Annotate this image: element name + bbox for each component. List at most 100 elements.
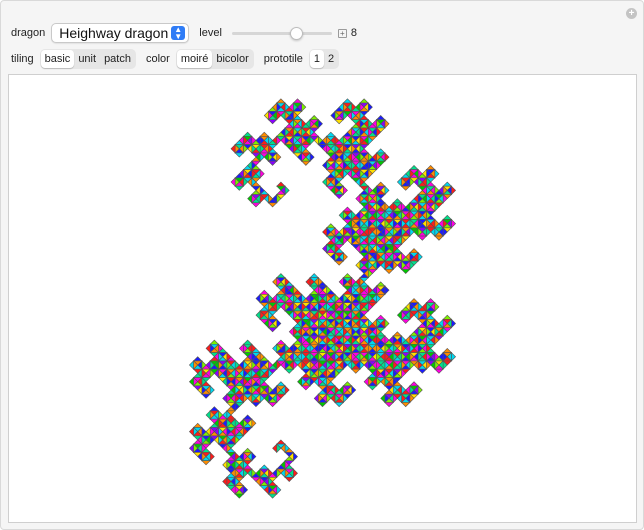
dragon-tile (451, 185, 457, 196)
dragon-tile (242, 131, 253, 137)
dragon-tile (276, 181, 286, 187)
dragon-tile (267, 327, 278, 333)
dragon-tile (417, 368, 428, 374)
dragon-tile (309, 273, 320, 279)
dragon-tile (267, 160, 278, 166)
dragon-tile (317, 402, 328, 408)
color-bicolor-button[interactable]: bicolor (212, 50, 252, 68)
dragon-tile (259, 464, 270, 470)
dragon-tile (209, 385, 215, 395)
dragon-tile (284, 477, 295, 482)
dragon-tile (188, 376, 194, 387)
dragon-tile (251, 418, 257, 429)
dragon-tile (267, 493, 278, 499)
dragon-tile (363, 376, 369, 387)
plus-square-icon[interactable]: + (337, 28, 347, 38)
dragon-tile (238, 343, 244, 354)
level-slider-track (231, 32, 332, 35)
dragon-tile (293, 451, 298, 462)
dragon-tile (234, 185, 245, 191)
dragon-tile (375, 281, 386, 287)
prototile-1-button[interactable]: 1 (309, 50, 325, 68)
dragon-tile (272, 343, 278, 354)
dragon-popup-value: Heighway dragon (59, 25, 169, 41)
dragon-tile (417, 252, 423, 262)
dragon-tile (384, 185, 390, 196)
chevron-updown-icon: ▲ ▼ (171, 26, 186, 41)
dragon-tile (392, 331, 403, 337)
dragon-tile (434, 368, 444, 374)
dragon-tile (322, 177, 327, 187)
dragon-tile (396, 177, 402, 187)
dragon-tile (251, 402, 261, 408)
dragon-tile (334, 260, 345, 266)
dragon-tile (384, 402, 394, 408)
dragon-tile (325, 223, 336, 229)
dragon-tile (242, 414, 253, 420)
dragon-tile (434, 301, 440, 312)
plus-circle-icon[interactable]: + (626, 8, 637, 19)
dragon-tile (255, 293, 261, 304)
dragon-tile (259, 131, 270, 137)
tiling-patch-button[interactable]: patch (100, 50, 135, 68)
prototile-2-button[interactable]: 2 (324, 50, 338, 68)
dragon-tile (259, 168, 265, 179)
tiling-unit-button[interactable]: unit (74, 50, 100, 68)
dragon-tile (205, 410, 211, 420)
prototile-label: prototile (263, 53, 303, 65)
manipulate-panel: + dragon Heighway dragon ▲ ▼ level + 8 ti… (0, 0, 644, 530)
dragon-tile (192, 422, 203, 428)
tiling-label: tiling (11, 53, 34, 65)
dragon-tile (375, 314, 386, 320)
dragon-tile (209, 406, 220, 412)
dragon-tile (342, 273, 353, 279)
dragon-tile (276, 439, 286, 445)
dragon-tile (188, 443, 194, 454)
dragon-tiling-canvas (8, 74, 637, 523)
dragon-tile (251, 451, 257, 462)
dragon-tile (222, 459, 228, 470)
dragon-tile (367, 102, 373, 113)
tiling-basic-button[interactable]: basic (40, 50, 75, 68)
controls-row-2: tiling basic unit patch color moiré bico… (11, 49, 349, 69)
dragon-tile (267, 402, 278, 408)
dragon-tile (205, 343, 211, 354)
dragon-tile (284, 185, 290, 196)
level-slider[interactable] (231, 25, 332, 41)
dragon-tile (267, 202, 278, 208)
dragon-tile (242, 447, 253, 453)
dragon-tile (355, 260, 361, 271)
dragon-tile (384, 152, 390, 162)
dragon-tile (334, 194, 345, 200)
dragon-tile (375, 115, 386, 120)
dragon-tile (392, 198, 403, 204)
dragon-tile (342, 381, 353, 387)
dragon-tiles (188, 98, 457, 499)
dragon-tile (284, 368, 295, 374)
dragon-tile (359, 98, 369, 104)
dragon-tile (297, 376, 303, 387)
dragon-tile (284, 385, 290, 395)
dragon-tile (425, 164, 436, 170)
dragon-tile (188, 426, 194, 437)
dragon-tile (222, 393, 228, 404)
dragon-tile (451, 318, 457, 329)
dragon-tile (442, 181, 453, 187)
dragon-tile (322, 227, 327, 237)
prototile-setter: 1 2 (308, 49, 340, 69)
dragon-tile (255, 310, 261, 321)
dragon-tile (451, 351, 457, 362)
dragon-tile (409, 298, 419, 303)
dragon-tile (267, 119, 278, 125)
dragon-tile (272, 443, 278, 454)
level-slider-thumb[interactable] (290, 27, 304, 40)
dragon-tile (409, 164, 419, 170)
dragon-tile (293, 468, 298, 479)
color-moire-button[interactable]: moiré (176, 50, 213, 68)
dragon-tile (222, 476, 228, 487)
dragon-tile (209, 451, 215, 462)
dragon-tile (330, 110, 336, 121)
dragon-popup[interactable]: Heighway dragon ▲ ▼ (51, 23, 190, 43)
dragon-tile (442, 347, 453, 353)
dragon-tile (338, 276, 344, 287)
